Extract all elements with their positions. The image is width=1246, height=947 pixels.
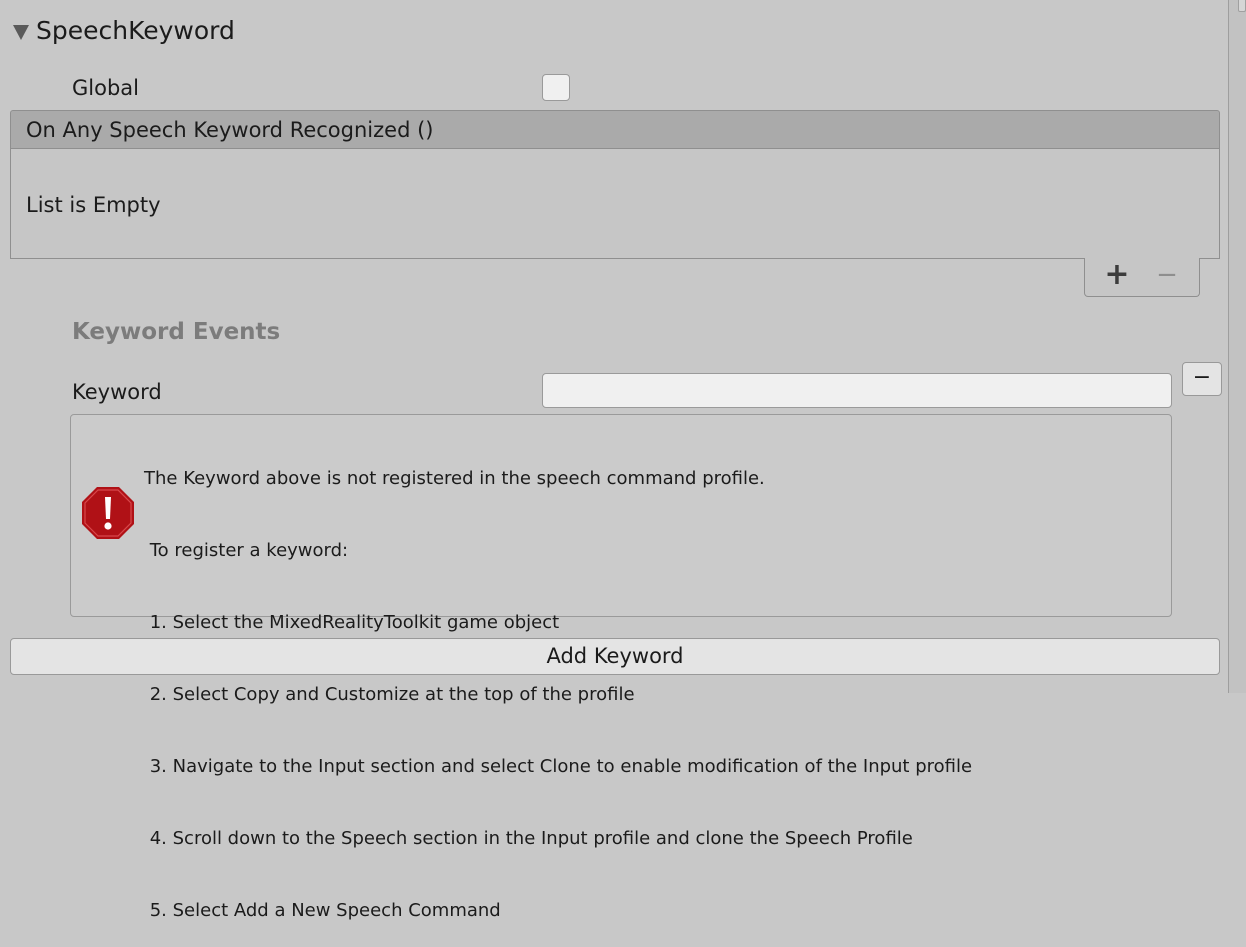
remove-keyword-button[interactable]: − <box>1182 362 1222 396</box>
help-line: 3. Navigate to the Input section and sel… <box>144 756 973 777</box>
scrollbar-thumb[interactable] <box>1238 0 1246 12</box>
remove-event-button[interactable]: − <box>1148 261 1186 291</box>
help-line: 5. Select Add a New Speech Command <box>144 900 501 921</box>
add-event-button[interactable]: + <box>1098 260 1136 291</box>
help-line: 4. Scroll down to the Speech section in … <box>144 828 913 849</box>
error-icon <box>81 486 135 540</box>
keyword-label: Keyword <box>72 380 162 404</box>
add-keyword-button[interactable]: Add Keyword <box>10 638 1220 675</box>
global-label: Global <box>72 76 139 100</box>
keyword-events-heading: Keyword Events <box>72 319 281 345</box>
foldout-arrow-icon[interactable] <box>12 24 30 42</box>
vertical-scrollbar[interactable] <box>1228 0 1246 693</box>
keyword-input[interactable] <box>542 373 1172 408</box>
event-list-body <box>10 149 1220 259</box>
help-line: 1. Select the MixedRealityToolkit game o… <box>144 612 560 633</box>
component-title[interactable]: SpeechKeyword <box>36 14 235 48</box>
global-checkbox[interactable] <box>542 74 570 101</box>
event-header-label: On Any Speech Keyword Recognized () <box>26 118 434 142</box>
help-message: The Keyword above is not registered in t… <box>144 419 972 947</box>
help-line: 2. Select Copy and Customize at the top … <box>144 684 635 705</box>
help-line: To register a keyword: <box>144 540 349 561</box>
help-line: The Keyword above is not registered in t… <box>144 468 765 489</box>
event-empty-label: List is Empty <box>26 193 161 217</box>
